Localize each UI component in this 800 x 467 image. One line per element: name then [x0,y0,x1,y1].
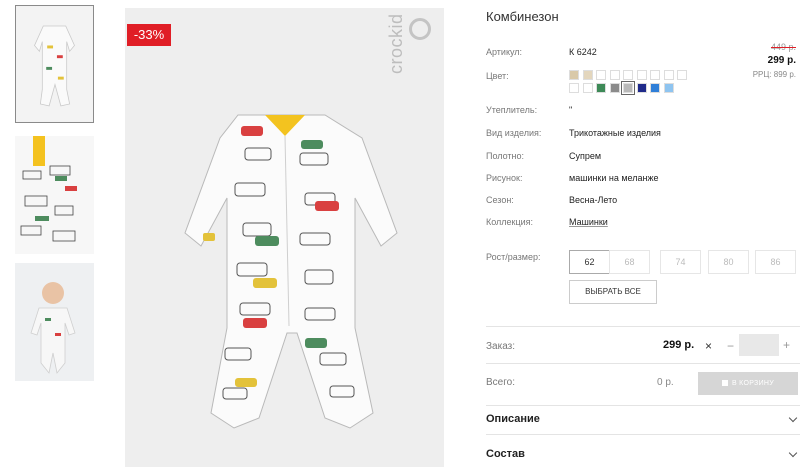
color-swatch[interactable] [636,70,647,80]
brand-logo-icon [409,18,431,40]
divider [486,326,800,327]
add-to-cart-label: В КОРЗИНУ [731,380,775,387]
color-swatch[interactable] [663,83,674,93]
color-swatch[interactable] [650,70,660,80]
divider [486,363,800,364]
product-main-image[interactable] [125,8,444,467]
spec-value-season: Весна-Лето [569,195,618,205]
color-swatch[interactable] [623,70,633,80]
multiply-icon: × [705,339,713,353]
spec-label-article: Артикул: [486,47,523,57]
size-option-62[interactable]: 62 [569,250,610,274]
section-description[interactable]: Описание [486,413,800,425]
romper-illustration [125,8,444,467]
color-swatch[interactable] [636,83,647,93]
color-swatch[interactable] [596,83,606,93]
section-composition[interactable]: Состав [486,448,800,460]
spec-label-insulation: Утеплитель: [486,105,538,115]
color-swatch[interactable] [677,70,687,80]
thumbnail-image [15,136,94,254]
color-swatch[interactable] [596,70,606,80]
size-option-86[interactable]: 86 [755,250,796,274]
select-all-button[interactable]: ВЫБРАТЬ ВСЕ [569,280,657,304]
color-swatch[interactable] [582,70,593,80]
size-label: Рост/размер: [486,252,541,262]
order-label: Заказ: [486,341,516,352]
brand-watermark: crockid [386,13,406,74]
spec-label-season: Сезон: [486,195,514,205]
thumbnail-1[interactable] [15,5,94,123]
spec-label-fabric: Полотно: [486,151,525,161]
total-value: 0 р. [657,377,674,388]
thumbnail-3[interactable] [15,263,94,381]
spec-value-type: Трикотажные изделия [569,128,661,138]
decrease-quantity-button[interactable]: − [727,339,734,353]
product-title: Комбинезон [486,9,559,24]
total-label: Всего: [486,377,515,388]
recommended-price: РРЦ: 899 р. [752,70,796,79]
color-swatch[interactable] [621,81,635,95]
cart-icon [721,380,728,387]
size-option-68[interactable]: 68 [609,250,650,274]
old-price: 449 р. [770,42,796,52]
collection-link[interactable]: Машинки [569,217,608,227]
color-swatch[interactable] [609,70,620,80]
increase-quantity-button[interactable]: + [783,338,790,352]
color-swatch[interactable] [582,83,593,93]
color-swatch[interactable] [650,83,660,93]
add-to-cart-button[interactable]: В КОРЗИНУ [698,372,798,395]
thumbnail-image [16,6,93,122]
chevron-down-icon [788,413,798,423]
spec-value-article: К 6242 [569,47,597,57]
spec-label-type: Вид изделия: [486,128,542,138]
spec-value-print: машинки на меланже [569,173,659,183]
color-swatch[interactable] [663,70,674,80]
section-description-label: Описание [486,413,540,425]
spec-label-print: Рисунок: [486,173,523,183]
divider [486,434,800,435]
divider [486,405,800,406]
discount-badge: -33% [127,24,171,46]
section-composition-label: Состав [486,448,525,460]
color-swatch[interactable] [569,70,579,80]
chevron-down-icon [788,448,798,458]
current-price: 299 р. [767,55,796,66]
thumbnail-image [15,263,94,381]
spec-value-insulation: " [569,105,573,115]
order-price: 299 р. [663,339,695,351]
color-swatch[interactable] [569,83,579,93]
spec-value-fabric: Супрем [569,151,602,161]
size-option-74[interactable]: 74 [660,250,701,274]
spec-label-color: Цвет: [486,71,509,81]
size-option-80[interactable]: 80 [708,250,749,274]
color-swatch[interactable] [609,83,620,93]
spec-label-collection: Коллекция: [486,217,534,227]
thumbnail-2[interactable] [15,136,94,254]
quantity-input[interactable] [739,334,779,356]
